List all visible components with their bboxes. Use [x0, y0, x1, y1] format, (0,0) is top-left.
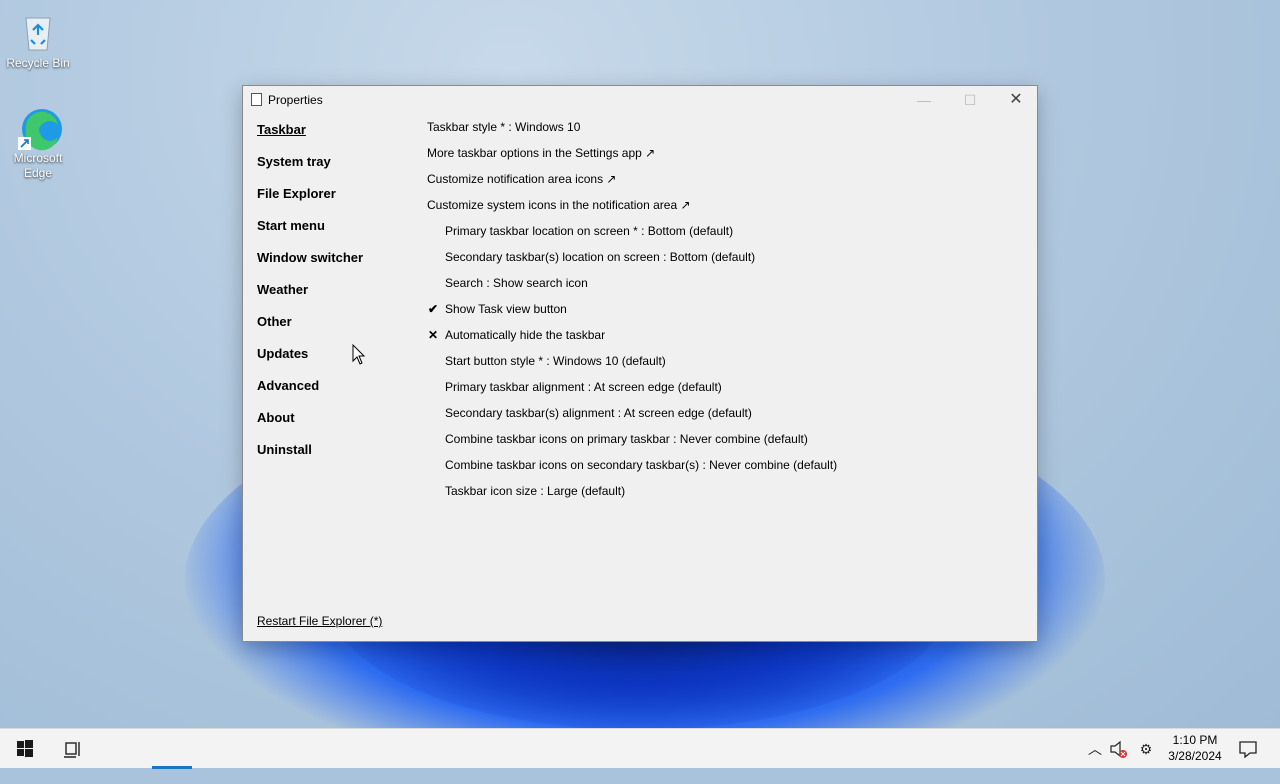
option-label: Start button style * : Windows 10 (defau…	[445, 354, 666, 368]
option-label: Taskbar style * : Windows 10	[427, 120, 581, 134]
app-icon	[251, 93, 262, 106]
recycle-bin-icon	[16, 10, 60, 54]
option-label: Primary taskbar alignment : At screen ed…	[445, 380, 722, 394]
desktop-icon-edge[interactable]: Microsoft Edge	[0, 105, 76, 181]
desktop-icon-recycle-bin[interactable]: Recycle Bin	[0, 10, 76, 71]
restart-file-explorer-link[interactable]: Restart File Explorer (*)	[257, 614, 382, 628]
option-item[interactable]: Secondary taskbar(s) alignment : At scre…	[445, 406, 752, 420]
cross-icon: ✕	[427, 328, 439, 342]
option-label: Taskbar icon size : Large (default)	[445, 484, 626, 498]
option-item[interactable]: More taskbar options in the Settings app…	[427, 146, 655, 160]
settings-button[interactable]: ⚙	[1134, 729, 1158, 769]
option-label: Show Task view button	[445, 302, 567, 316]
option-label: More taskbar options in the Settings app…	[427, 146, 656, 160]
option-label: Automatically hide the taskbar	[445, 328, 606, 342]
start-button[interactable]	[2, 729, 46, 769]
close-button[interactable]: ✕	[993, 86, 1039, 114]
volume-button[interactable]	[1108, 729, 1130, 769]
option-item[interactable]: Taskbar icon size : Large (default)	[445, 484, 625, 498]
clock-date: 3/28/2024	[1168, 749, 1222, 763]
minimize-icon: —	[917, 92, 931, 108]
windows-logo-icon	[17, 740, 33, 757]
notification-icon	[1239, 741, 1257, 759]
option-item[interactable]: ✔ Show Task view button	[428, 302, 567, 316]
sidebar-item-other[interactable]: Other	[257, 314, 292, 329]
task-view-icon	[64, 742, 80, 758]
desktop-icon-label: Microsoft Edge	[13, 151, 63, 180]
clock-time: 1:10 PM	[1172, 733, 1218, 747]
clock[interactable]: 1:10 PM 3/28/2024	[1158, 732, 1232, 764]
option-label: Primary taskbar location on screen * : B…	[445, 224, 734, 238]
option-label: Customize system icons in the notificati…	[427, 198, 691, 212]
option-label: Combine taskbar icons on secondary taskb…	[445, 458, 838, 472]
option-item[interactable]: Combine taskbar icons on secondary taskb…	[445, 458, 837, 472]
chevron-up-icon: ︿	[1088, 741, 1102, 757]
maximize-button[interactable]: ☐	[947, 86, 993, 114]
option-item[interactable]: ✕ Automatically hide the taskbar	[428, 328, 606, 342]
option-item[interactable]: Customize notification area icons ↗	[427, 172, 616, 186]
option-item[interactable]: Taskbar style * : Windows 10	[427, 120, 580, 134]
sidebar-item-updates[interactable]: Updates	[257, 346, 308, 361]
minimize-button[interactable]: —	[901, 86, 947, 114]
volume-muted-icon	[1110, 740, 1127, 758]
sidebar-item-about[interactable]: About	[257, 410, 295, 425]
maximize-icon: ☐	[963, 92, 977, 108]
checkmark-icon: ✔	[427, 302, 439, 316]
option-label: Secondary taskbar(s) location on screen …	[445, 250, 756, 264]
taskbar: ︿ ⚙ 1:10 PM 3/28/2024	[0, 728, 1280, 769]
option-item[interactable]: Combine taskbar icons on primary taskbar…	[445, 432, 808, 446]
edge-icon	[16, 105, 62, 151]
mouse-cursor-icon	[352, 343, 366, 369]
sidebar-item-window-switcher[interactable]: Window switcher	[257, 250, 363, 265]
close-icon: ✕	[1009, 91, 1023, 108]
gear-icon: ⚙	[1139, 741, 1153, 757]
option-item[interactable]: Secondary taskbar(s) location on screen …	[445, 250, 755, 264]
sidebar-item-advanced[interactable]: Advanced	[257, 378, 319, 393]
sidebar-item-uninstall[interactable]: Uninstall	[257, 442, 312, 457]
option-item[interactable]: Primary taskbar location on screen * : B…	[445, 224, 733, 238]
sidebar-item-start-menu[interactable]: Start menu	[257, 218, 325, 233]
show-hidden-icons-button[interactable]: ︿	[1084, 729, 1106, 769]
option-label: Secondary taskbar(s) alignment : At scre…	[445, 406, 752, 420]
sidebar-item-taskbar[interactable]: Taskbar	[257, 122, 306, 137]
option-label: Customize notification area icons ↗	[427, 172, 617, 186]
option-label: Combine taskbar icons on primary taskbar…	[445, 432, 808, 446]
sidebar-item-weather[interactable]: Weather	[257, 282, 308, 297]
option-item[interactable]: Start button style * : Windows 10 (defau…	[445, 354, 666, 368]
desktop-icon-label: Recycle Bin	[6, 56, 70, 70]
sidebar-item-system-tray[interactable]: System tray	[257, 154, 331, 169]
window-title: Properties	[268, 93, 323, 107]
title-bar[interactable]: Properties — ☐ ✕	[243, 86, 1037, 114]
option-item[interactable]: Primary taskbar alignment : At screen ed…	[445, 380, 722, 394]
sidebar-item-file-explorer[interactable]: File Explorer	[257, 186, 336, 201]
action-center-button[interactable]	[1234, 729, 1262, 769]
option-label: Search : Show search icon	[445, 276, 588, 290]
task-view-button[interactable]	[50, 729, 94, 769]
option-item[interactable]: Search : Show search icon	[445, 276, 588, 290]
option-item[interactable]: Customize system icons in the notificati…	[427, 198, 691, 212]
